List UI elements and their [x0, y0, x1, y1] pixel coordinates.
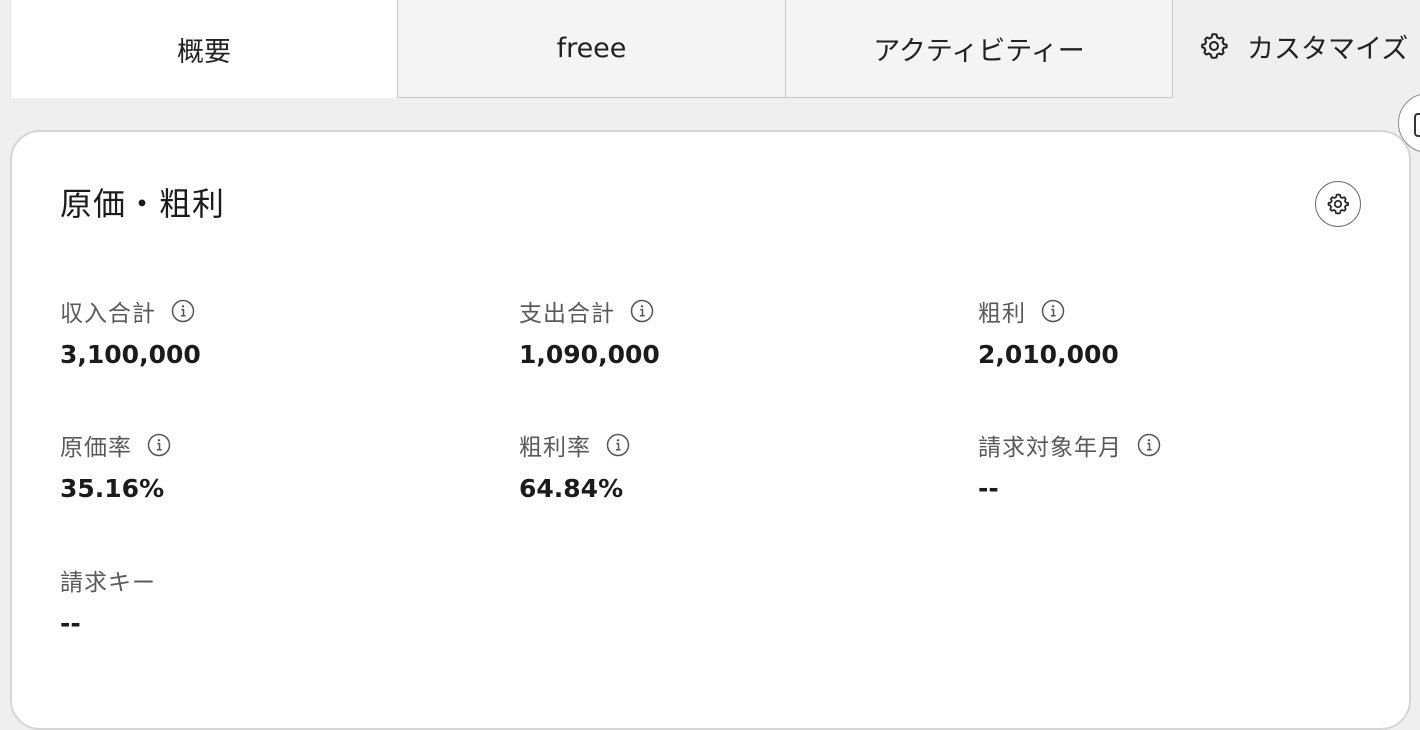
gear-icon — [1199, 31, 1229, 61]
stat-value: -- — [978, 474, 999, 503]
stat-value: 2,010,000 — [978, 340, 1119, 369]
stat-gross-margin-rate: 粗利率 64.84% — [519, 430, 630, 503]
stat-label: 粗利率 — [519, 435, 591, 461]
tab-activity[interactable]: アクティビティー — [785, 0, 1173, 98]
info-icon[interactable] — [630, 299, 654, 323]
cost-profit-card: 原価・粗利 収入合計 3,100,000 支出合計 1,090,000 粗利 2… — [10, 130, 1411, 730]
info-icon[interactable] — [171, 299, 195, 323]
stat-label: 収入合計 — [60, 301, 156, 327]
gear-icon — [1326, 192, 1350, 216]
stat-value: 3,100,000 — [60, 340, 201, 369]
tab-bar: 概要 freee アクティビティー — [10, 0, 1173, 98]
panel-icon — [1414, 113, 1420, 137]
stat-label: 支出合計 — [519, 301, 615, 327]
stat-gross-profit: 粗利 2,010,000 — [978, 296, 1119, 369]
info-icon[interactable] — [147, 433, 171, 457]
stat-billing-key: 請求キー -- — [60, 565, 156, 638]
tab-overview[interactable]: 概要 — [10, 0, 398, 98]
stat-cost-rate: 原価率 35.16% — [60, 430, 171, 503]
tab-freee[interactable]: freee — [397, 0, 786, 98]
stat-billing-period: 請求対象年月 -- — [978, 430, 1161, 503]
stat-total-expense: 支出合計 1,090,000 — [519, 296, 660, 369]
stat-value: 64.84% — [519, 474, 624, 503]
stat-label: 請求キー — [60, 570, 156, 596]
stat-label: 原価率 — [60, 435, 132, 461]
customize-label: カスタマイズ — [1247, 33, 1409, 65]
info-icon[interactable] — [1041, 299, 1065, 323]
stat-total-income: 収入合計 3,100,000 — [60, 296, 201, 369]
stat-label: 粗利 — [978, 301, 1026, 327]
stat-value: -- — [60, 609, 81, 638]
stat-value: 1,090,000 — [519, 340, 660, 369]
stat-label: 請求対象年月 — [978, 435, 1122, 461]
info-icon[interactable] — [1137, 433, 1161, 457]
stat-value: 35.16% — [60, 474, 165, 503]
card-title: 原価・粗利 — [60, 185, 226, 223]
customize-button[interactable]: カスタマイズ — [1199, 0, 1408, 92]
info-icon[interactable] — [606, 433, 630, 457]
card-settings-button[interactable] — [1315, 181, 1361, 227]
